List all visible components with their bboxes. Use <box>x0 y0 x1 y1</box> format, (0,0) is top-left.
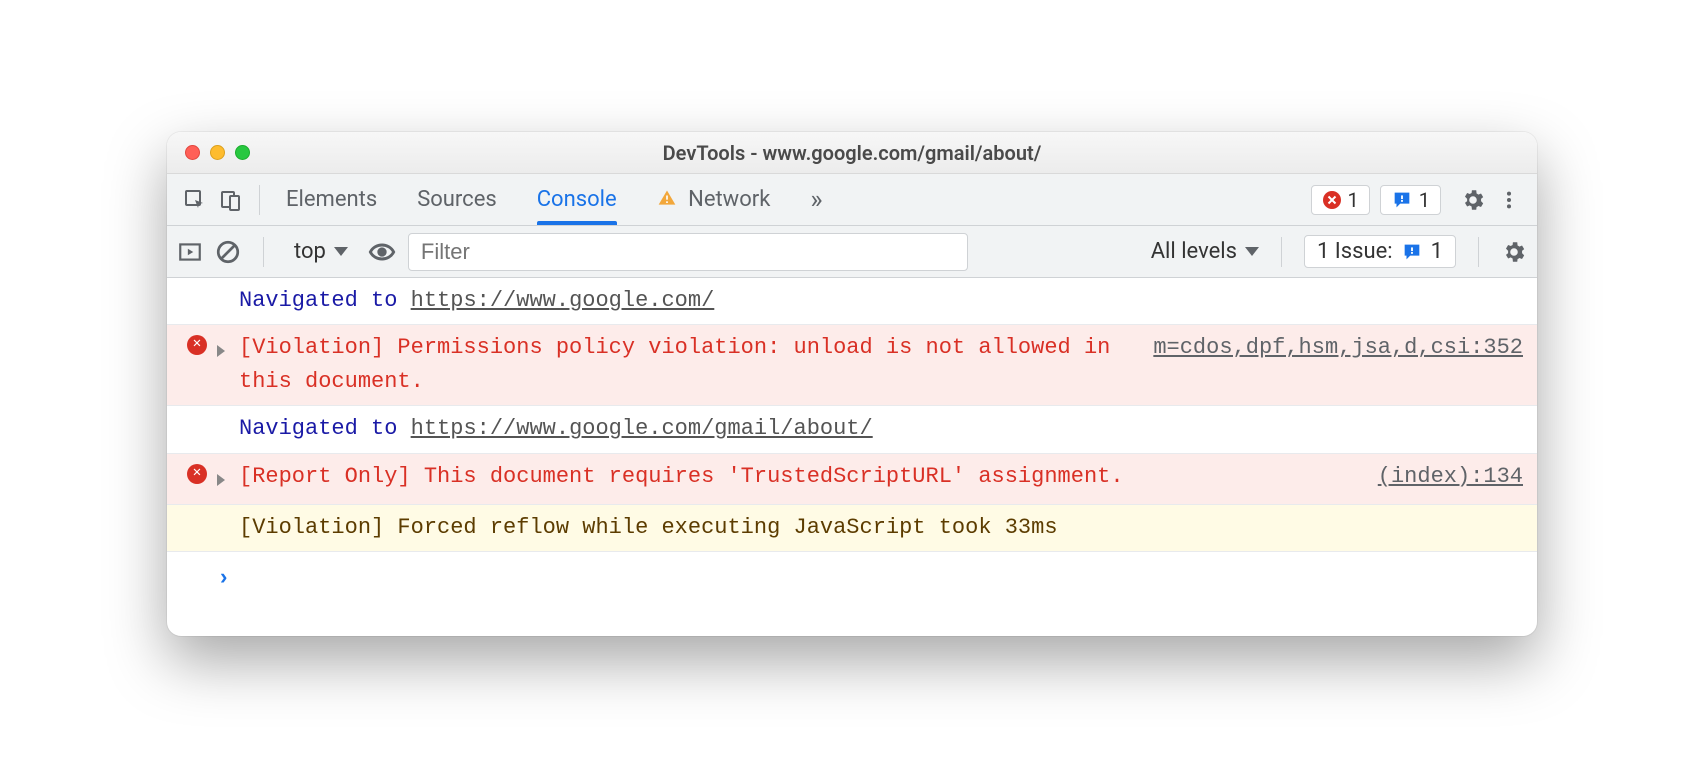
log-error[interactable]: ✕ [Report Only] This document requires '… <box>167 454 1537 505</box>
error-message: [Report Only] This document requires 'Tr… <box>239 460 1358 494</box>
levels-label: All levels <box>1151 239 1237 264</box>
error-message: [Violation] Permissions policy violation… <box>239 331 1133 399</box>
divider <box>259 185 260 215</box>
nav-url[interactable]: https://www.google.com/gmail/about/ <box>411 416 873 441</box>
log-navigation: Navigated to https://www.google.com/gmai… <box>167 406 1537 453</box>
error-count-pill[interactable]: 1 <box>1311 185 1370 215</box>
issue-icon <box>1401 241 1423 263</box>
window-title: DevTools - www.google.com/gmail/about/ <box>167 141 1537 165</box>
expand-arrow-icon[interactable] <box>217 474 225 486</box>
tabs: Elements Sources Console Network » <box>286 173 823 227</box>
nav-prefix: Navigated to <box>239 288 411 313</box>
issues-label: 1 Issue: <box>1317 239 1393 264</box>
issue-count: 1 <box>1419 188 1430 212</box>
tab-network-label: Network <box>688 187 770 212</box>
issues-button[interactable]: 1 Issue: 1 <box>1304 235 1456 268</box>
nav-url[interactable]: https://www.google.com/ <box>411 288 715 313</box>
log-levels-selector[interactable]: All levels <box>1151 239 1259 264</box>
console-settings-icon[interactable] <box>1501 239 1527 265</box>
main-tabbar: Elements Sources Console Network » <box>167 174 1537 226</box>
toggle-sidebar-icon[interactable] <box>177 239 203 265</box>
device-toggle-icon[interactable] <box>213 182 249 218</box>
log-error[interactable]: ✕ [Violation] Permissions policy violati… <box>167 325 1537 406</box>
error-icon: ✕ <box>187 335 207 355</box>
issues-count: 1 <box>1431 239 1443 264</box>
issue-count-pill[interactable]: 1 <box>1380 185 1441 215</box>
live-expression-icon[interactable] <box>368 238 396 266</box>
chevron-down-icon <box>334 247 348 256</box>
violation-message: [Violation] Forced reflow while executin… <box>239 511 1523 545</box>
kebab-menu-icon[interactable] <box>1491 182 1527 218</box>
console-prompt[interactable]: › <box>167 552 1537 636</box>
nav-prefix: Navigated to <box>239 416 411 441</box>
source-link[interactable]: (index):134 <box>1378 460 1523 494</box>
error-count: 1 <box>1348 188 1359 212</box>
divider <box>1478 237 1479 267</box>
divider <box>1281 237 1282 267</box>
issue-icon <box>1391 189 1413 211</box>
source-link[interactable]: m=cdos,dpf,hsm,jsa,d,csi:352 <box>1153 331 1523 365</box>
tab-network[interactable]: Network <box>657 175 771 224</box>
warning-icon <box>657 187 682 212</box>
inspect-icon[interactable] <box>177 182 213 218</box>
log-navigation: Navigated to https://www.google.com/ <box>167 278 1537 325</box>
chevron-down-icon <box>1245 247 1259 256</box>
error-icon <box>1322 190 1342 210</box>
titlebar: DevTools - www.google.com/gmail/about/ <box>167 132 1537 174</box>
tab-sources[interactable]: Sources <box>417 175 497 224</box>
settings-icon[interactable] <box>1455 182 1491 218</box>
status-counts: 1 1 <box>1311 185 1442 215</box>
devtools-window: DevTools - www.google.com/gmail/about/ E… <box>167 132 1537 636</box>
tab-console[interactable]: Console <box>537 175 617 224</box>
expand-arrow-icon[interactable] <box>217 345 225 357</box>
console-toolbar: top All levels 1 Issue: 1 <box>167 226 1537 278</box>
prompt-chevron-icon: › <box>217 566 230 591</box>
console-log: Navigated to https://www.google.com/ ✕ [… <box>167 278 1537 636</box>
context-label: top <box>294 239 326 264</box>
filter-input[interactable] <box>421 239 955 265</box>
error-icon: ✕ <box>187 464 207 484</box>
tab-elements[interactable]: Elements <box>286 175 377 224</box>
context-selector[interactable]: top <box>286 235 356 268</box>
clear-console-icon[interactable] <box>215 239 241 265</box>
divider <box>263 237 264 267</box>
filter-field[interactable] <box>408 233 968 271</box>
log-violation: [Violation] Forced reflow while executin… <box>167 505 1537 552</box>
more-tabs[interactable]: » <box>810 173 822 227</box>
